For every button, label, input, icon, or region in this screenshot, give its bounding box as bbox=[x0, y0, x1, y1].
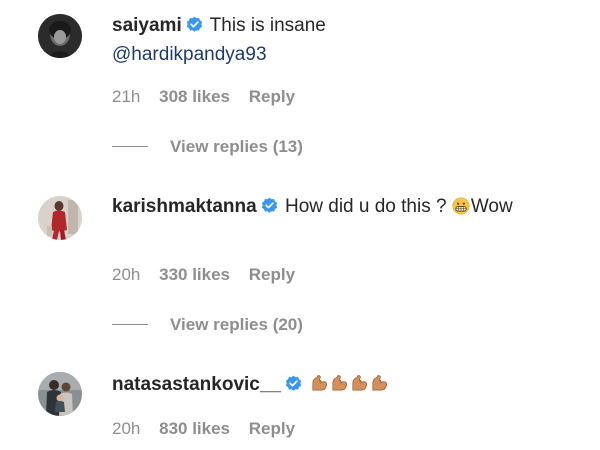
likes-count[interactable]: 330 likes bbox=[159, 265, 230, 284]
comments-thread: saiyami This is insane @hardikpandya93 2… bbox=[0, 0, 600, 450]
view-replies-label: View replies (20) bbox=[170, 315, 303, 334]
username[interactable]: saiyami bbox=[112, 15, 182, 36]
flexed-biceps-icon bbox=[310, 374, 329, 393]
replies-divider-line bbox=[112, 324, 148, 326]
avatar[interactable] bbox=[38, 14, 82, 58]
verified-badge-icon bbox=[261, 197, 278, 214]
comment-content: natasastankovic__ bbox=[112, 370, 532, 399]
avatar-photo bbox=[38, 372, 82, 416]
view-replies-button[interactable]: View replies (20) bbox=[112, 314, 303, 336]
comment-content: karishmaktanna How did u do this ? Wow bbox=[112, 192, 532, 221]
avatar[interactable] bbox=[38, 372, 82, 416]
username[interactable]: karishmaktanna bbox=[112, 196, 257, 217]
flexed-biceps-icon bbox=[330, 374, 349, 393]
comment-timestamp: 20h bbox=[112, 419, 141, 438]
grimacing-face-icon bbox=[452, 197, 470, 215]
replies-divider-line bbox=[112, 146, 148, 148]
comment-meta: 20h 830 likes Reply bbox=[112, 418, 295, 440]
comment-text-after-emoji: Wow bbox=[470, 196, 513, 217]
user-mention-link[interactable]: @hardikpandya93 bbox=[112, 44, 267, 65]
avatar-photo bbox=[38, 196, 82, 240]
flexed-biceps-icon bbox=[370, 374, 389, 393]
comment-timestamp: 20h bbox=[112, 265, 141, 284]
likes-count[interactable]: 308 likes bbox=[159, 87, 230, 106]
comment-meta: 21h 308 likes Reply bbox=[112, 86, 295, 108]
comment-meta: 20h 330 likes Reply bbox=[112, 264, 295, 286]
reply-button[interactable]: Reply bbox=[249, 87, 295, 106]
avatar-photo bbox=[38, 14, 82, 58]
comment-timestamp: 21h bbox=[112, 87, 141, 106]
flexed-biceps-icon bbox=[350, 374, 369, 393]
likes-count[interactable]: 830 likes bbox=[159, 419, 230, 438]
avatar[interactable] bbox=[38, 196, 82, 240]
view-replies-button[interactable]: View replies (13) bbox=[112, 136, 303, 158]
view-replies-label: View replies (13) bbox=[170, 137, 303, 156]
comment-text: This is insane bbox=[209, 15, 326, 36]
comment-text: How did u do this ? bbox=[284, 196, 447, 217]
flexed-biceps-emoji-group bbox=[309, 374, 389, 395]
verified-badge-icon bbox=[285, 375, 302, 392]
reply-button[interactable]: Reply bbox=[249, 419, 295, 438]
reply-button[interactable]: Reply bbox=[249, 265, 295, 284]
comment-content: saiyami This is insane @hardikpandya93 bbox=[112, 11, 532, 69]
username[interactable]: natasastankovic__ bbox=[112, 374, 281, 395]
verified-badge-icon bbox=[186, 16, 203, 33]
